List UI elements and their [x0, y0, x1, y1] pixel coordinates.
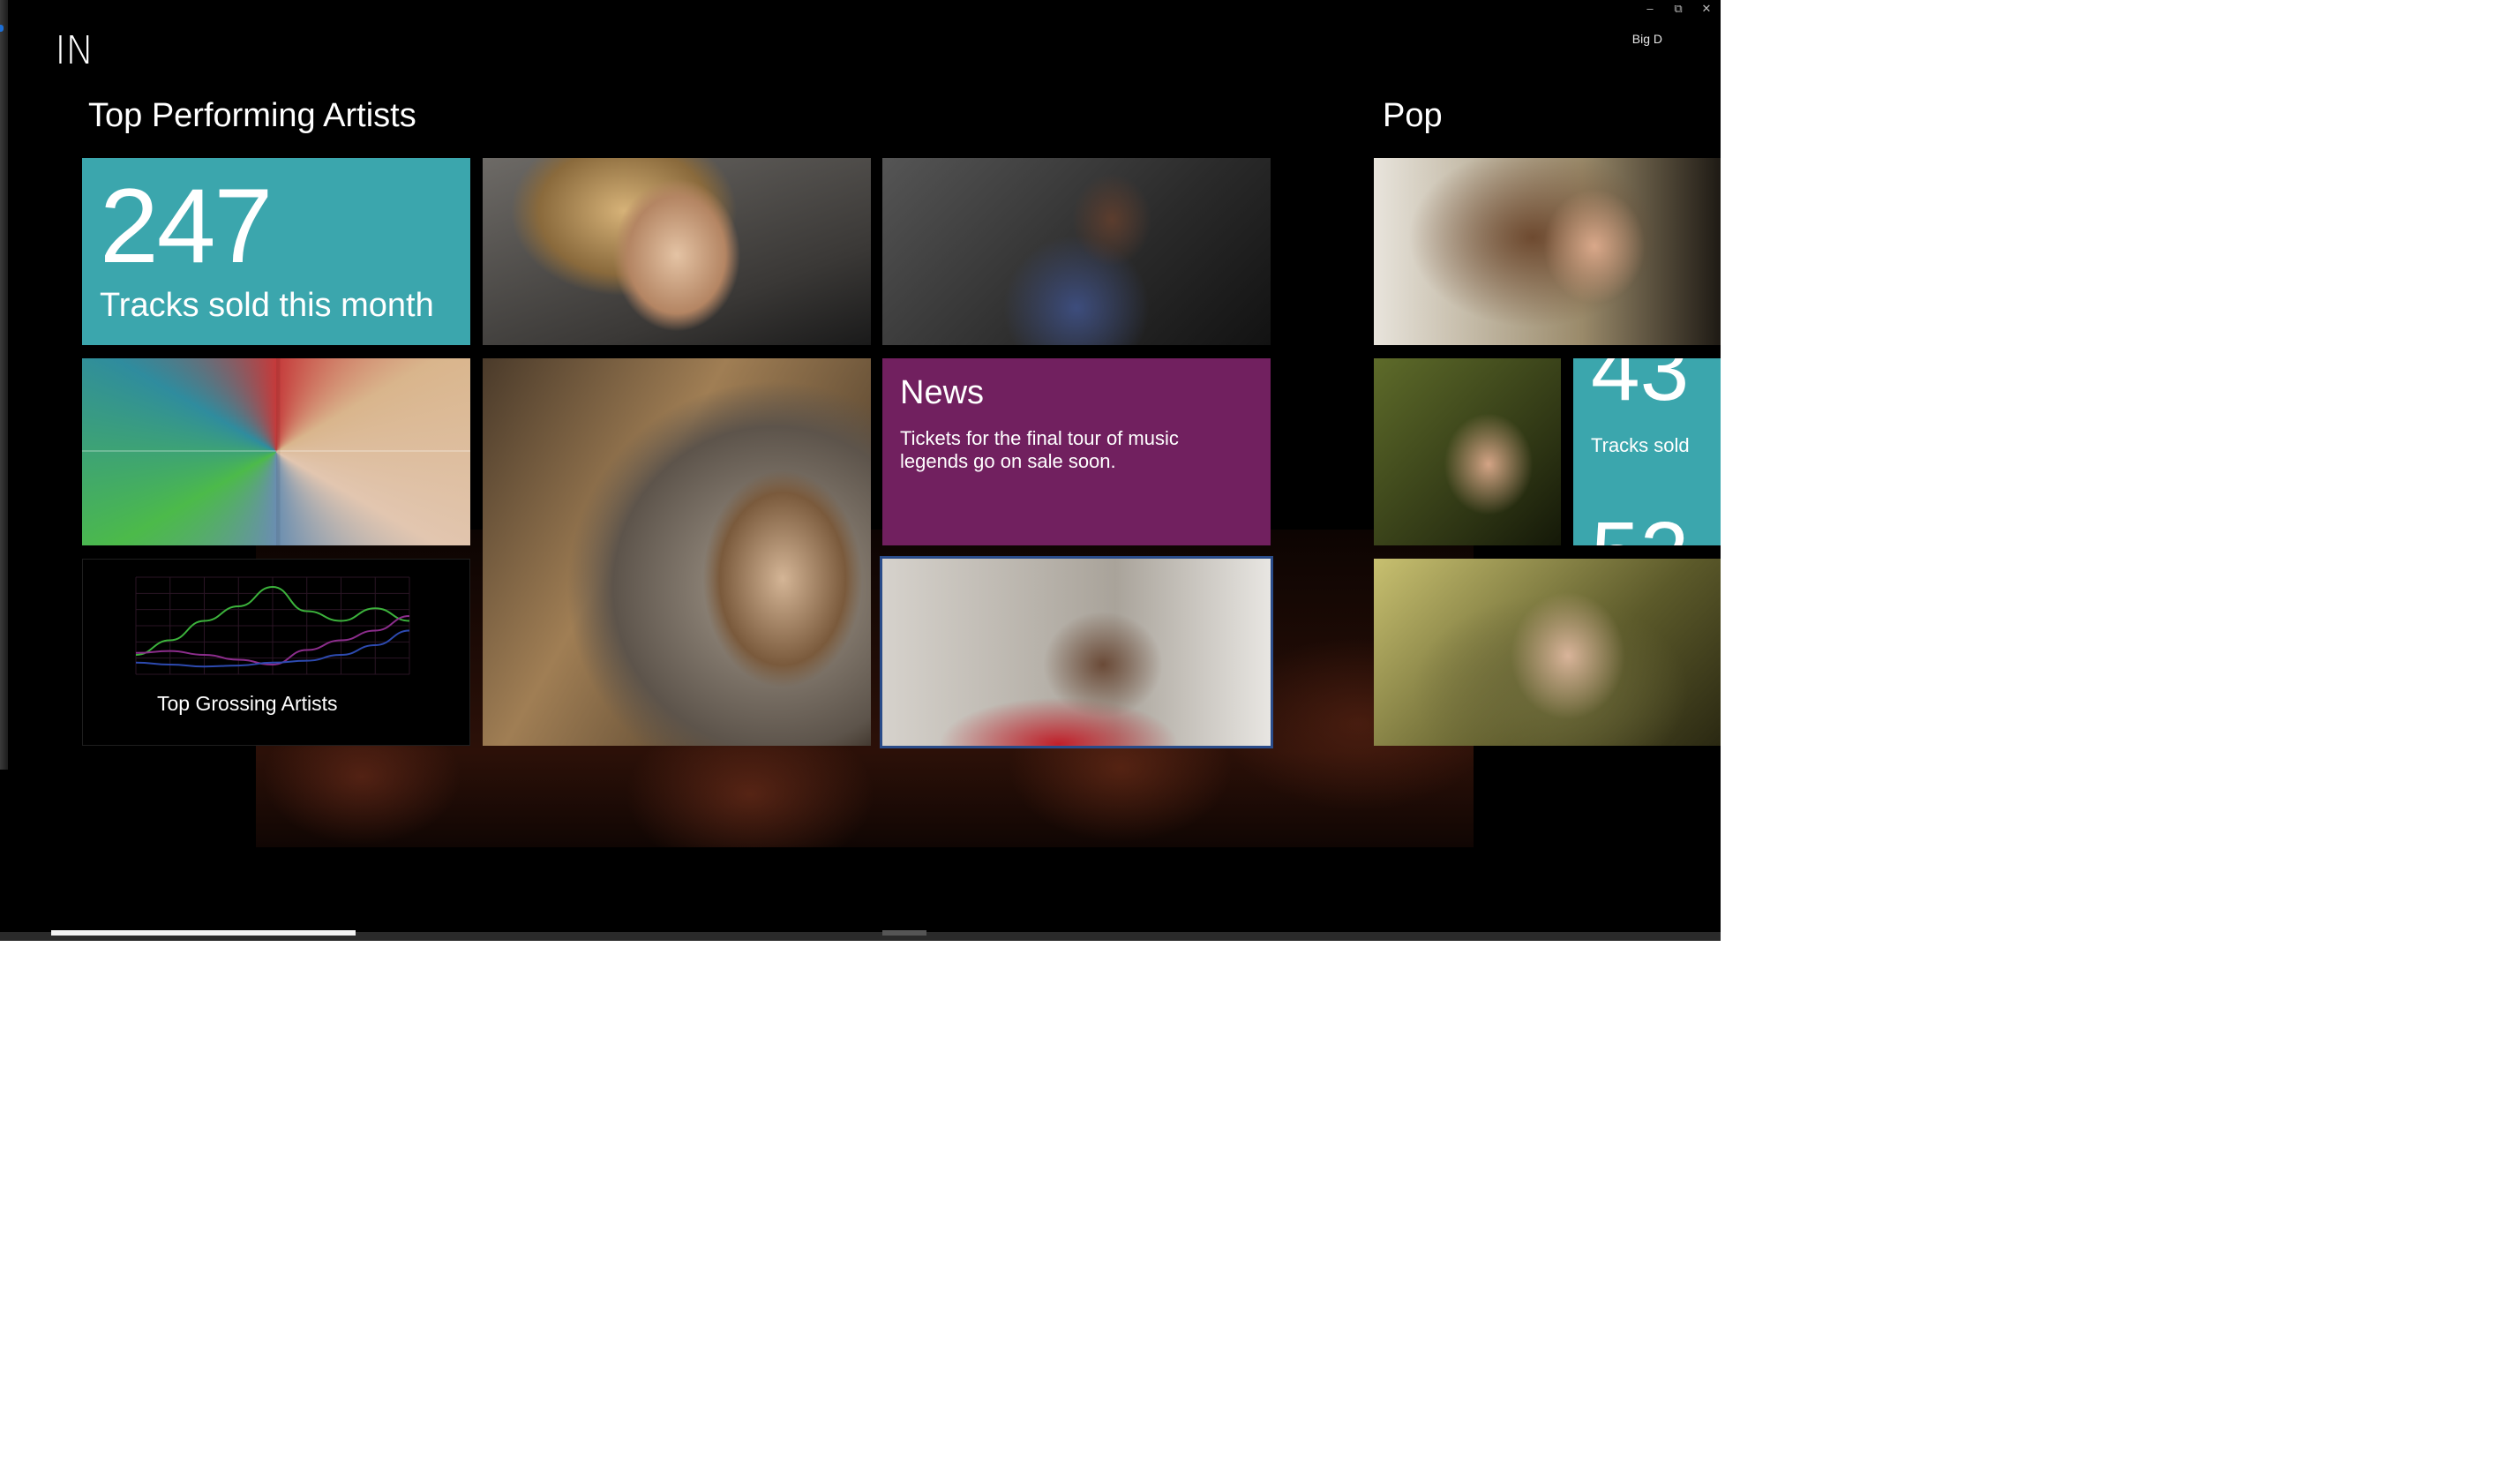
top-grossing-tile[interactable]: Top Grossing Artists — [82, 559, 470, 746]
artist-photo-microphone[interactable] — [882, 158, 1271, 345]
news-body: Tickets for the final tour of music lege… — [900, 427, 1179, 472]
close-button[interactable]: ✕ — [1692, 0, 1721, 18]
pop-tracks-number-bottom: 52 — [1591, 503, 1689, 545]
indicator-dot — [0, 25, 4, 32]
top-grossing-chart — [135, 576, 410, 675]
news-title: News — [900, 374, 985, 411]
tracks-sold-number: 247 — [100, 167, 273, 285]
minimize-button[interactable]: – — [1636, 0, 1664, 18]
restore-button[interactable]: ⧉ — [1664, 0, 1692, 18]
left-edge-bar — [0, 0, 8, 770]
user-name[interactable]: Big D — [1632, 32, 1662, 46]
pop-photo-rock[interactable] — [1374, 358, 1561, 545]
artist-photo-headphones[interactable] — [880, 556, 1273, 748]
pop-tracks-sold-tile[interactable]: 43 Tracks sold 52 — [1573, 358, 1721, 545]
section-title-pop: Pop — [1383, 97, 1443, 134]
app-logo: IN — [55, 28, 94, 73]
tracks-sold-label: Tracks sold this month — [100, 287, 434, 324]
section-title-top-performing: Top Performing Artists — [88, 97, 416, 134]
taskbar-app-item[interactable] — [882, 930, 926, 936]
tracks-sold-tile[interactable]: 247 Tracks sold this month — [82, 158, 470, 345]
top-grossing-label: Top Grossing Artists — [157, 692, 338, 715]
artist-photo-blonde[interactable] — [483, 158, 871, 345]
window-controls: – ⧉ ✕ — [1636, 0, 1721, 18]
artist-photo-hooded[interactable] — [483, 358, 871, 746]
pop-photo-woman[interactable] — [1374, 559, 1721, 746]
news-tile[interactable]: News Tickets for the final tour of music… — [882, 358, 1271, 545]
pop-tracks-number-top: 43 — [1591, 358, 1690, 419]
app-window: – ⧉ ✕ Big D IN Top Performing Artists Po… — [0, 0, 1721, 936]
pop-tracks-label: Tracks sold — [1591, 434, 1690, 456]
pop-photo-singer[interactable] — [1374, 158, 1721, 345]
taskbar-search[interactable] — [51, 930, 356, 936]
artist-collage-tile[interactable] — [82, 358, 470, 545]
